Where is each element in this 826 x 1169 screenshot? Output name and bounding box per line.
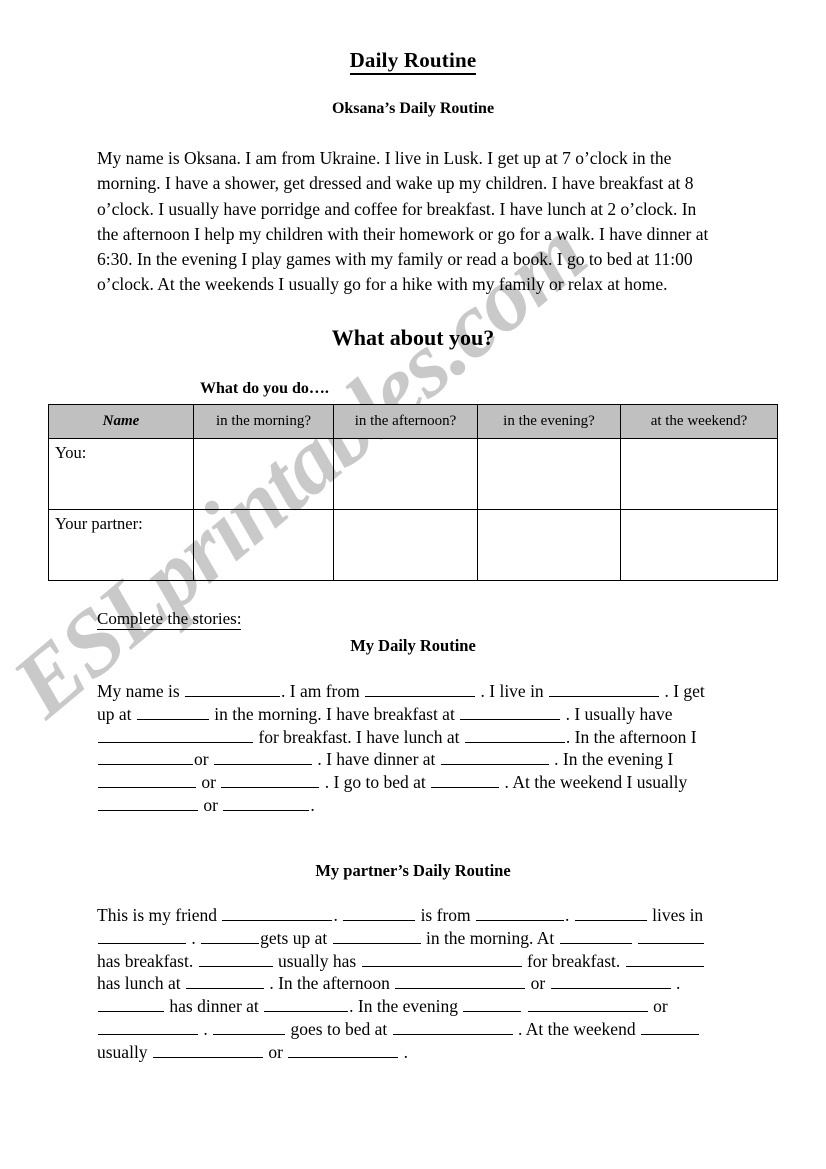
table-cell-you-weekend[interactable] (620, 438, 778, 510)
fill-in-blank[interactable] (201, 928, 260, 944)
fill-in-blank[interactable] (198, 951, 273, 967)
fill-in-blank[interactable] (638, 928, 705, 944)
fill-in-blank[interactable] (361, 951, 522, 967)
fill-in-blank[interactable] (392, 1019, 513, 1035)
table-header-afternoon: in the afternoon? (333, 404, 478, 439)
page-title: Daily Routine (0, 48, 826, 75)
table-header-weekend: at the weekend? (620, 404, 778, 439)
complete-stories-text: Complete the stories: (97, 609, 242, 630)
fill-in-blank[interactable] (98, 727, 253, 743)
my-routine-heading: My Daily Routine (350, 636, 476, 655)
table-row-label-partner: Your partner: (48, 509, 194, 581)
routine-table: Name in the morning? in the afternoon? i… (48, 404, 778, 581)
table-row: You: (48, 438, 778, 510)
example-story-paragraph: My name is Oksana. I am from Ukraine. I … (97, 148, 709, 295)
table-cell-partner-evening[interactable] (477, 509, 621, 581)
table-header-row: Name in the morning? in the afternoon? i… (48, 404, 778, 439)
fill-in-blank[interactable] (395, 973, 526, 990)
fill-in-blank[interactable] (464, 727, 565, 743)
table-header-evening: in the evening? (477, 404, 621, 439)
table-cell-partner-morning[interactable] (193, 509, 334, 581)
my-routine-fill-paragraph: My name is . I am from . I live in . I g… (97, 681, 705, 815)
fill-in-blank[interactable] (460, 704, 561, 720)
table-row-label-you: You: (48, 438, 194, 510)
fill-in-blank[interactable] (98, 928, 186, 944)
table-cell-you-evening[interactable] (477, 438, 621, 510)
complete-stories-label: Complete the stories: (97, 609, 242, 630)
fill-in-blank[interactable] (98, 772, 196, 789)
fill-in-blank[interactable] (332, 928, 421, 944)
fill-in-blank[interactable] (152, 1042, 263, 1058)
fill-in-blank[interactable] (264, 996, 349, 1013)
worksheet-page: ESLprintables.com Daily Routine Oksana’s… (0, 0, 826, 1169)
table-header-name: Name (48, 404, 194, 439)
table-cell-partner-afternoon[interactable] (333, 509, 478, 581)
table-cell-you-morning[interactable] (193, 438, 334, 510)
table-cell-partner-weekend[interactable] (620, 509, 778, 581)
fill-in-blank[interactable] (574, 905, 647, 921)
fill-in-blank[interactable] (463, 996, 522, 1013)
page-title-text: Daily Routine (349, 48, 477, 75)
fill-in-blank[interactable] (222, 905, 333, 921)
fill-in-blank[interactable] (365, 681, 476, 697)
fill-in-blank[interactable] (98, 795, 198, 811)
table-row: Your partner: (48, 509, 778, 581)
fill-in-blank[interactable] (185, 973, 264, 990)
fill-in-blank[interactable] (288, 1042, 399, 1058)
fill-in-blank[interactable] (213, 749, 312, 766)
fill-in-blank[interactable] (440, 749, 549, 766)
fill-in-blank[interactable] (550, 973, 671, 990)
fill-in-blank[interactable] (343, 905, 416, 921)
fill-in-blank[interactable] (136, 704, 209, 720)
fill-in-blank[interactable] (221, 772, 320, 789)
story-subtitle: Oksana’s Daily Routine (331, 100, 495, 117)
table-caption: What do you do…. (200, 380, 329, 397)
prompt-heading: What about you? (331, 325, 495, 350)
fill-in-blank[interactable] (431, 772, 500, 789)
table-cell-you-afternoon[interactable] (333, 438, 478, 510)
table-header-morning: in the morning? (193, 404, 334, 439)
fill-in-blank[interactable] (98, 1019, 198, 1035)
fill-in-blank[interactable] (98, 749, 193, 766)
fill-in-blank[interactable] (223, 795, 310, 811)
partner-routine-fill-paragraph: This is my friend . is from . lives in .… (97, 905, 705, 1062)
fill-in-blank[interactable] (640, 1019, 699, 1035)
fill-in-blank[interactable] (559, 928, 632, 944)
fill-in-blank[interactable] (625, 951, 704, 967)
fill-in-blank[interactable] (185, 681, 281, 697)
fill-in-blank[interactable] (476, 905, 565, 921)
fill-in-blank[interactable] (549, 681, 660, 697)
fill-in-blank[interactable] (213, 1019, 286, 1035)
fill-in-blank[interactable] (527, 996, 648, 1013)
partner-routine-heading: My partner’s Daily Routine (315, 861, 511, 880)
fill-in-blank[interactable] (98, 996, 164, 1013)
